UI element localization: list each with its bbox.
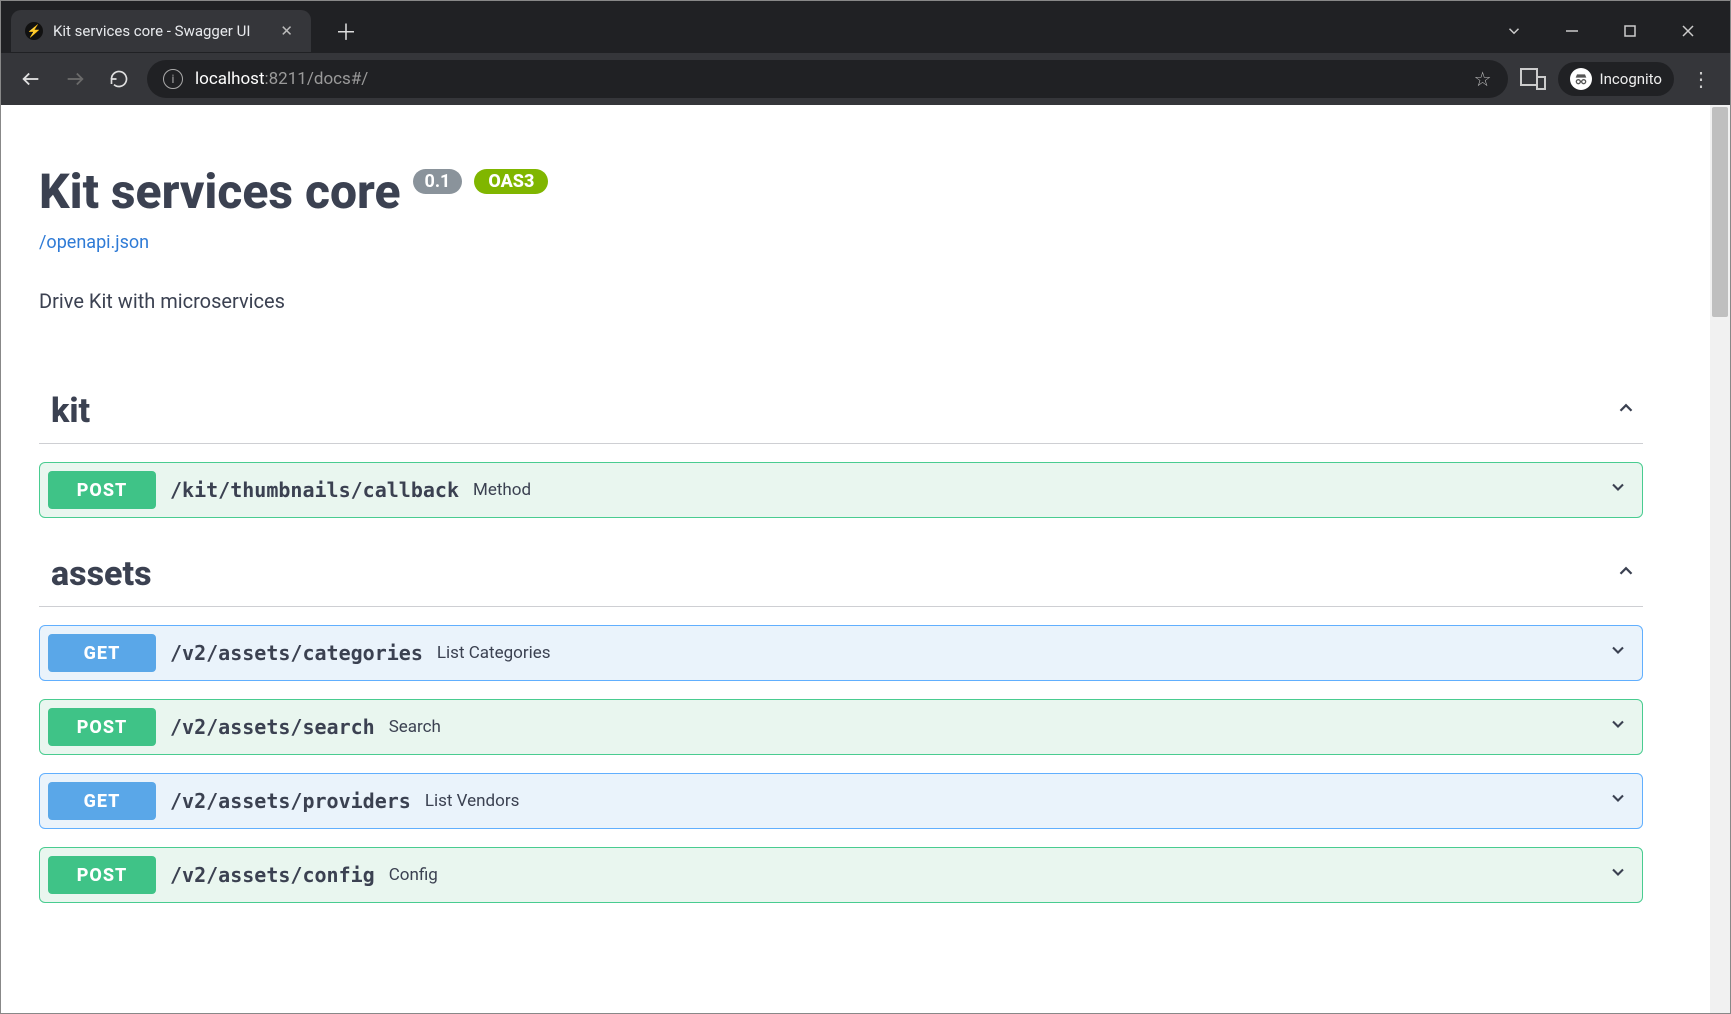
chevron-down-icon (1608, 477, 1628, 503)
incognito-label: Incognito (1600, 70, 1662, 88)
operation-row[interactable]: GET /v2/assets/categories List Categorie… (39, 625, 1643, 681)
page-viewport: Kit services core 0.1 OAS3 /openapi.json… (1, 105, 1730, 1013)
tab-search-icon[interactable] (1490, 13, 1538, 49)
operation-summary: Search (389, 717, 441, 737)
nav-back-button[interactable] (15, 63, 47, 95)
operation-summary: List Vendors (425, 791, 520, 811)
tag-section-kit: kit POST /kit/thumbnails/callback Method (39, 391, 1643, 518)
operation-path: /v2/assets/config (170, 863, 375, 887)
operation-path: /v2/assets/search (170, 715, 375, 739)
operation-summary: Config (389, 865, 438, 885)
operation-path: /v2/assets/categories (170, 641, 423, 665)
tag-header-kit[interactable]: kit (39, 391, 1643, 444)
new-tab-button[interactable]: ＋ (329, 14, 363, 48)
scrollbar-track[interactable] (1710, 105, 1730, 1013)
tab-title: Kit services core - Swagger UI (53, 22, 266, 40)
api-description: Drive Kit with microservices (39, 289, 1643, 313)
url-path: /docs#/ (307, 69, 368, 89)
tag-header-assets[interactable]: assets (39, 554, 1643, 607)
tag-section-assets: assets GET /v2/assets/categories List Ca… (39, 554, 1643, 903)
chevron-down-icon (1608, 788, 1628, 814)
http-method-badge: POST (48, 708, 156, 746)
browser-toolbar: i localhost:8211/docs#/ ☆ Incognito ⋮ (1, 53, 1730, 105)
api-title: Kit services core (39, 163, 401, 220)
browser-tab[interactable]: ⚡ Kit services core - Swagger UI ✕ (11, 10, 311, 52)
scrollbar-thumb[interactable] (1712, 107, 1728, 317)
api-title-row: Kit services core 0.1 OAS3 (39, 163, 1643, 220)
site-info-icon[interactable]: i (163, 69, 183, 89)
operation-row[interactable]: POST /kit/thumbnails/callback Method (39, 462, 1643, 518)
browser-chrome: ⚡ Kit services core - Swagger UI ✕ ＋ (1, 1, 1730, 105)
http-method-badge: GET (48, 782, 156, 820)
operation-path: /kit/thumbnails/callback (170, 478, 459, 502)
oas-badge: OAS3 (474, 169, 548, 194)
openapi-spec-link[interactable]: /openapi.json (39, 232, 149, 253)
url-port: :8211 (265, 69, 307, 89)
url-host: localhost (195, 69, 265, 89)
http-method-badge: GET (48, 634, 156, 672)
chevron-up-icon (1615, 560, 1637, 588)
operations-list: POST /kit/thumbnails/callback Method (39, 462, 1643, 518)
operation-row[interactable]: GET /v2/assets/providers List Vendors (39, 773, 1643, 829)
operations-list: GET /v2/assets/categories List Categorie… (39, 625, 1643, 903)
incognito-indicator[interactable]: Incognito (1558, 62, 1674, 96)
window-minimize-button[interactable] (1548, 13, 1596, 49)
chevron-up-icon (1615, 397, 1637, 425)
swagger-ui: Kit services core 0.1 OAS3 /openapi.json… (1, 105, 1681, 943)
nav-reload-button[interactable] (103, 63, 135, 95)
tag-name: kit (51, 391, 90, 431)
window-maximize-button[interactable] (1606, 13, 1654, 49)
url-text: localhost:8211/docs#/ (195, 69, 1462, 89)
window-controls (1490, 13, 1720, 49)
chevron-down-icon (1608, 640, 1628, 666)
incognito-icon (1570, 68, 1592, 90)
nav-forward-button[interactable] (59, 63, 91, 95)
tag-name: assets (51, 554, 152, 594)
operation-summary: List Categories (437, 643, 551, 663)
chevron-down-icon (1608, 714, 1628, 740)
http-method-badge: POST (48, 856, 156, 894)
api-version-badge: 0.1 (413, 169, 463, 194)
address-bar[interactable]: i localhost:8211/docs#/ ☆ (147, 60, 1508, 98)
operation-path: /v2/assets/providers (170, 789, 411, 813)
http-method-badge: POST (48, 471, 156, 509)
tab-favicon-icon: ⚡ (25, 22, 43, 40)
tab-strip: ⚡ Kit services core - Swagger UI ✕ ＋ (1, 1, 1730, 53)
bookmark-star-icon[interactable]: ☆ (1474, 67, 1492, 91)
window-close-button[interactable] (1664, 13, 1712, 49)
operation-row[interactable]: POST /v2/assets/config Config (39, 847, 1643, 903)
operation-row[interactable]: POST /v2/assets/search Search (39, 699, 1643, 755)
operation-summary: Method (473, 480, 531, 500)
browser-menu-button[interactable]: ⋮ (1686, 67, 1716, 91)
devices-icon[interactable] (1520, 68, 1546, 90)
tab-close-icon[interactable]: ✕ (276, 20, 297, 42)
chevron-down-icon (1608, 862, 1628, 888)
